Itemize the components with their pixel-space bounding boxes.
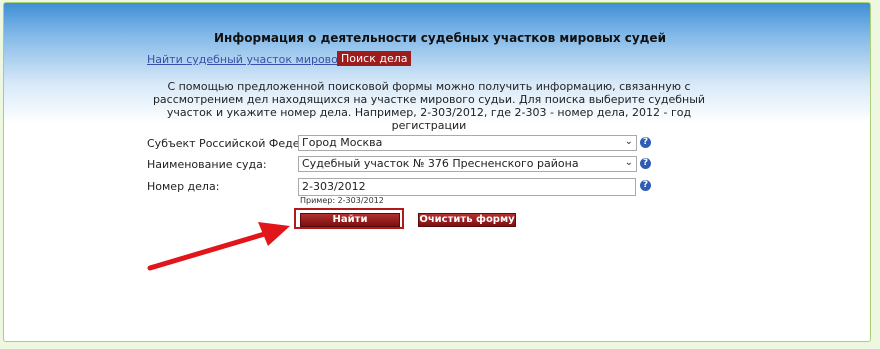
arrow-icon xyxy=(147,222,290,271)
subject-select-value: Город Москва xyxy=(302,136,383,149)
clear-form-button[interactable]: Очистить форму xyxy=(418,213,516,227)
case-number-label: Номер дела: xyxy=(147,180,220,193)
page-title: Информация о деятельности судебных участ… xyxy=(214,31,666,45)
case-number-hint: Пример: 2-303/2012 xyxy=(300,196,384,205)
subject-select[interactable]: Город Москва ⌄ xyxy=(298,135,637,151)
case-number-input[interactable] xyxy=(298,178,636,196)
page-frame xyxy=(3,2,871,342)
help-icon[interactable]: ? xyxy=(640,158,651,169)
tab-case-search[interactable]: Поиск дела xyxy=(337,51,412,66)
help-icon[interactable]: ? xyxy=(640,180,651,191)
chevron-down-icon: ⌄ xyxy=(624,157,633,168)
find-button[interactable]: Найти xyxy=(300,213,400,227)
help-icon[interactable]: ? xyxy=(640,137,651,148)
chevron-down-icon: ⌄ xyxy=(624,136,633,147)
court-label: Наименование суда: xyxy=(147,158,267,171)
intro-text: С помощью предложенной поисковой формы м… xyxy=(152,80,706,132)
court-select-value: Судебный участок № 376 Пресненского райо… xyxy=(302,157,579,170)
court-select[interactable]: Судебный участок № 376 Пресненского райо… xyxy=(298,156,637,172)
